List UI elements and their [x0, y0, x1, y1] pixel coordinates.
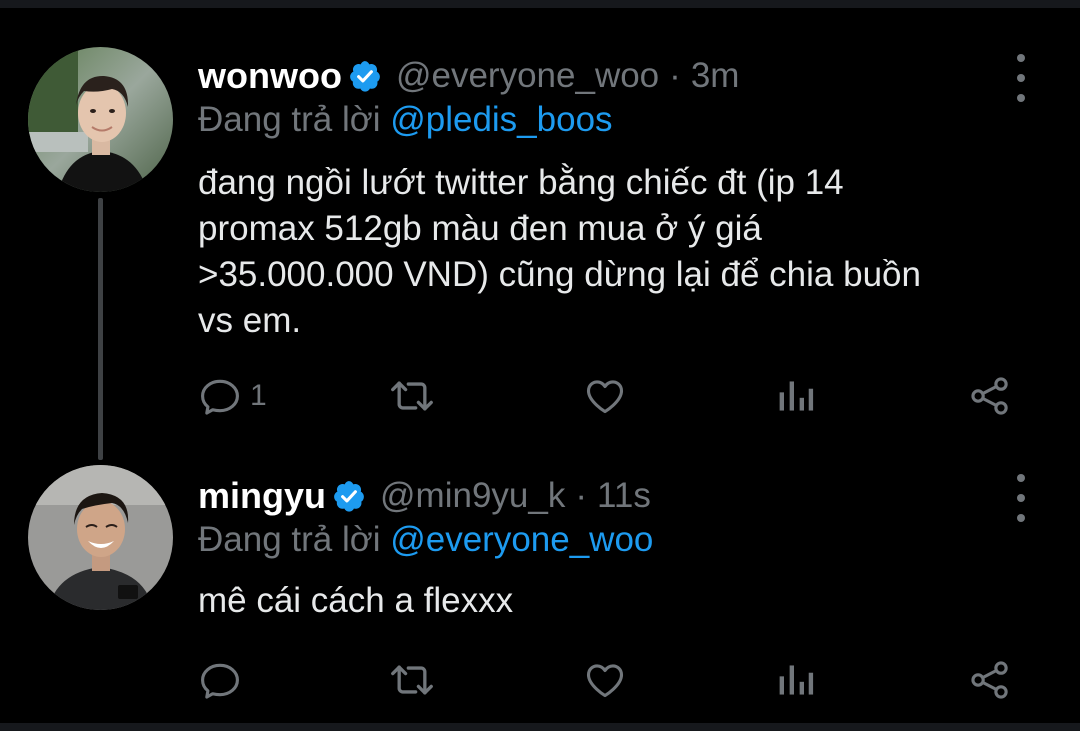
analytics-bars-icon	[779, 665, 814, 695]
tweet-header: mingyu @min9yu_k · 11s	[198, 475, 651, 517]
separator-dot: ·	[575, 476, 587, 515]
display-name[interactable]: wonwoo	[198, 55, 342, 97]
reply-mention-link[interactable]: @pledis_boos	[390, 100, 612, 139]
reply-bubble-icon	[201, 663, 239, 699]
share-button[interactable]	[968, 371, 1012, 421]
like-button[interactable]	[583, 655, 627, 705]
views-button[interactable]	[776, 371, 816, 421]
share-button[interactable]	[968, 655, 1012, 705]
vertical-ellipsis-icon	[1017, 474, 1025, 482]
user-handle[interactable]: @everyone_woo	[396, 56, 659, 96]
verified-badge-icon	[332, 479, 366, 513]
replying-to-label: Đang trả lời	[198, 100, 381, 139]
replying-to: Đang trả lời @everyone_woo	[198, 520, 653, 560]
retweet-button[interactable]	[388, 371, 436, 421]
reply-mention-link[interactable]: @everyone_woo	[390, 520, 653, 559]
more-options-button[interactable]	[1004, 474, 1038, 522]
vertical-ellipsis-icon	[1017, 54, 1025, 62]
retweet-icon	[391, 381, 433, 411]
ellipsis-dot	[1017, 494, 1025, 502]
tweet-actions: 1	[198, 371, 1018, 421]
ellipsis-dot	[1017, 74, 1025, 82]
share-nodes-icon	[971, 661, 1008, 699]
user-handle[interactable]: @min9yu_k	[380, 476, 565, 516]
views-button[interactable]	[776, 655, 816, 705]
reply-count: 1	[250, 379, 267, 412]
timestamp[interactable]: 11s	[597, 476, 651, 516]
replying-to-label: Đang trả lời	[198, 520, 381, 559]
tweet-text-line: vs em.	[198, 301, 302, 340]
ellipsis-dot	[1017, 94, 1025, 102]
top-divider	[0, 0, 1080, 8]
like-button[interactable]	[583, 371, 627, 421]
avatar-mingyu[interactable]	[28, 465, 173, 610]
tweet-text: đang ngồi lướt twitter bằng chiếc đt (ip…	[198, 160, 1038, 344]
tweet-text-line: promax 512gb màu đen mua ở ý giá	[198, 209, 762, 248]
separator-dot: ·	[669, 56, 681, 95]
tweet-text: mê cái cách a flexxx	[198, 578, 1038, 624]
thread-connector-line	[98, 198, 103, 460]
more-options-button[interactable]	[1004, 54, 1038, 102]
timestamp[interactable]: 3m	[691, 56, 740, 96]
retweet-button[interactable]	[388, 655, 436, 705]
heart-icon	[586, 380, 624, 414]
heart-icon	[586, 664, 624, 698]
retweet-icon	[391, 665, 433, 695]
verified-badge-icon	[348, 59, 382, 93]
analytics-bars-icon	[779, 381, 814, 411]
avatar-wonwoo[interactable]	[28, 47, 173, 192]
share-nodes-icon	[971, 377, 1008, 415]
reply-button[interactable]: 1	[198, 371, 267, 421]
ellipsis-dot	[1017, 514, 1025, 522]
reply-bubble-icon	[201, 379, 239, 415]
reply-button[interactable]	[198, 655, 250, 705]
tweet-text-line: đang ngồi lướt twitter bằng chiếc đt (ip…	[198, 163, 844, 202]
bottom-divider	[0, 723, 1080, 731]
tweet-actions	[198, 655, 1018, 705]
tweet-header: wonwoo @everyone_woo · 3m	[198, 55, 739, 97]
replying-to: Đang trả lời @pledis_boos	[198, 100, 613, 140]
display-name[interactable]: mingyu	[198, 475, 326, 517]
tweet-text-line: >35.000.000 VND) cũng dừng lại để chia b…	[198, 255, 921, 294]
tweet-text-line: mê cái cách a flexxx	[198, 581, 514, 620]
